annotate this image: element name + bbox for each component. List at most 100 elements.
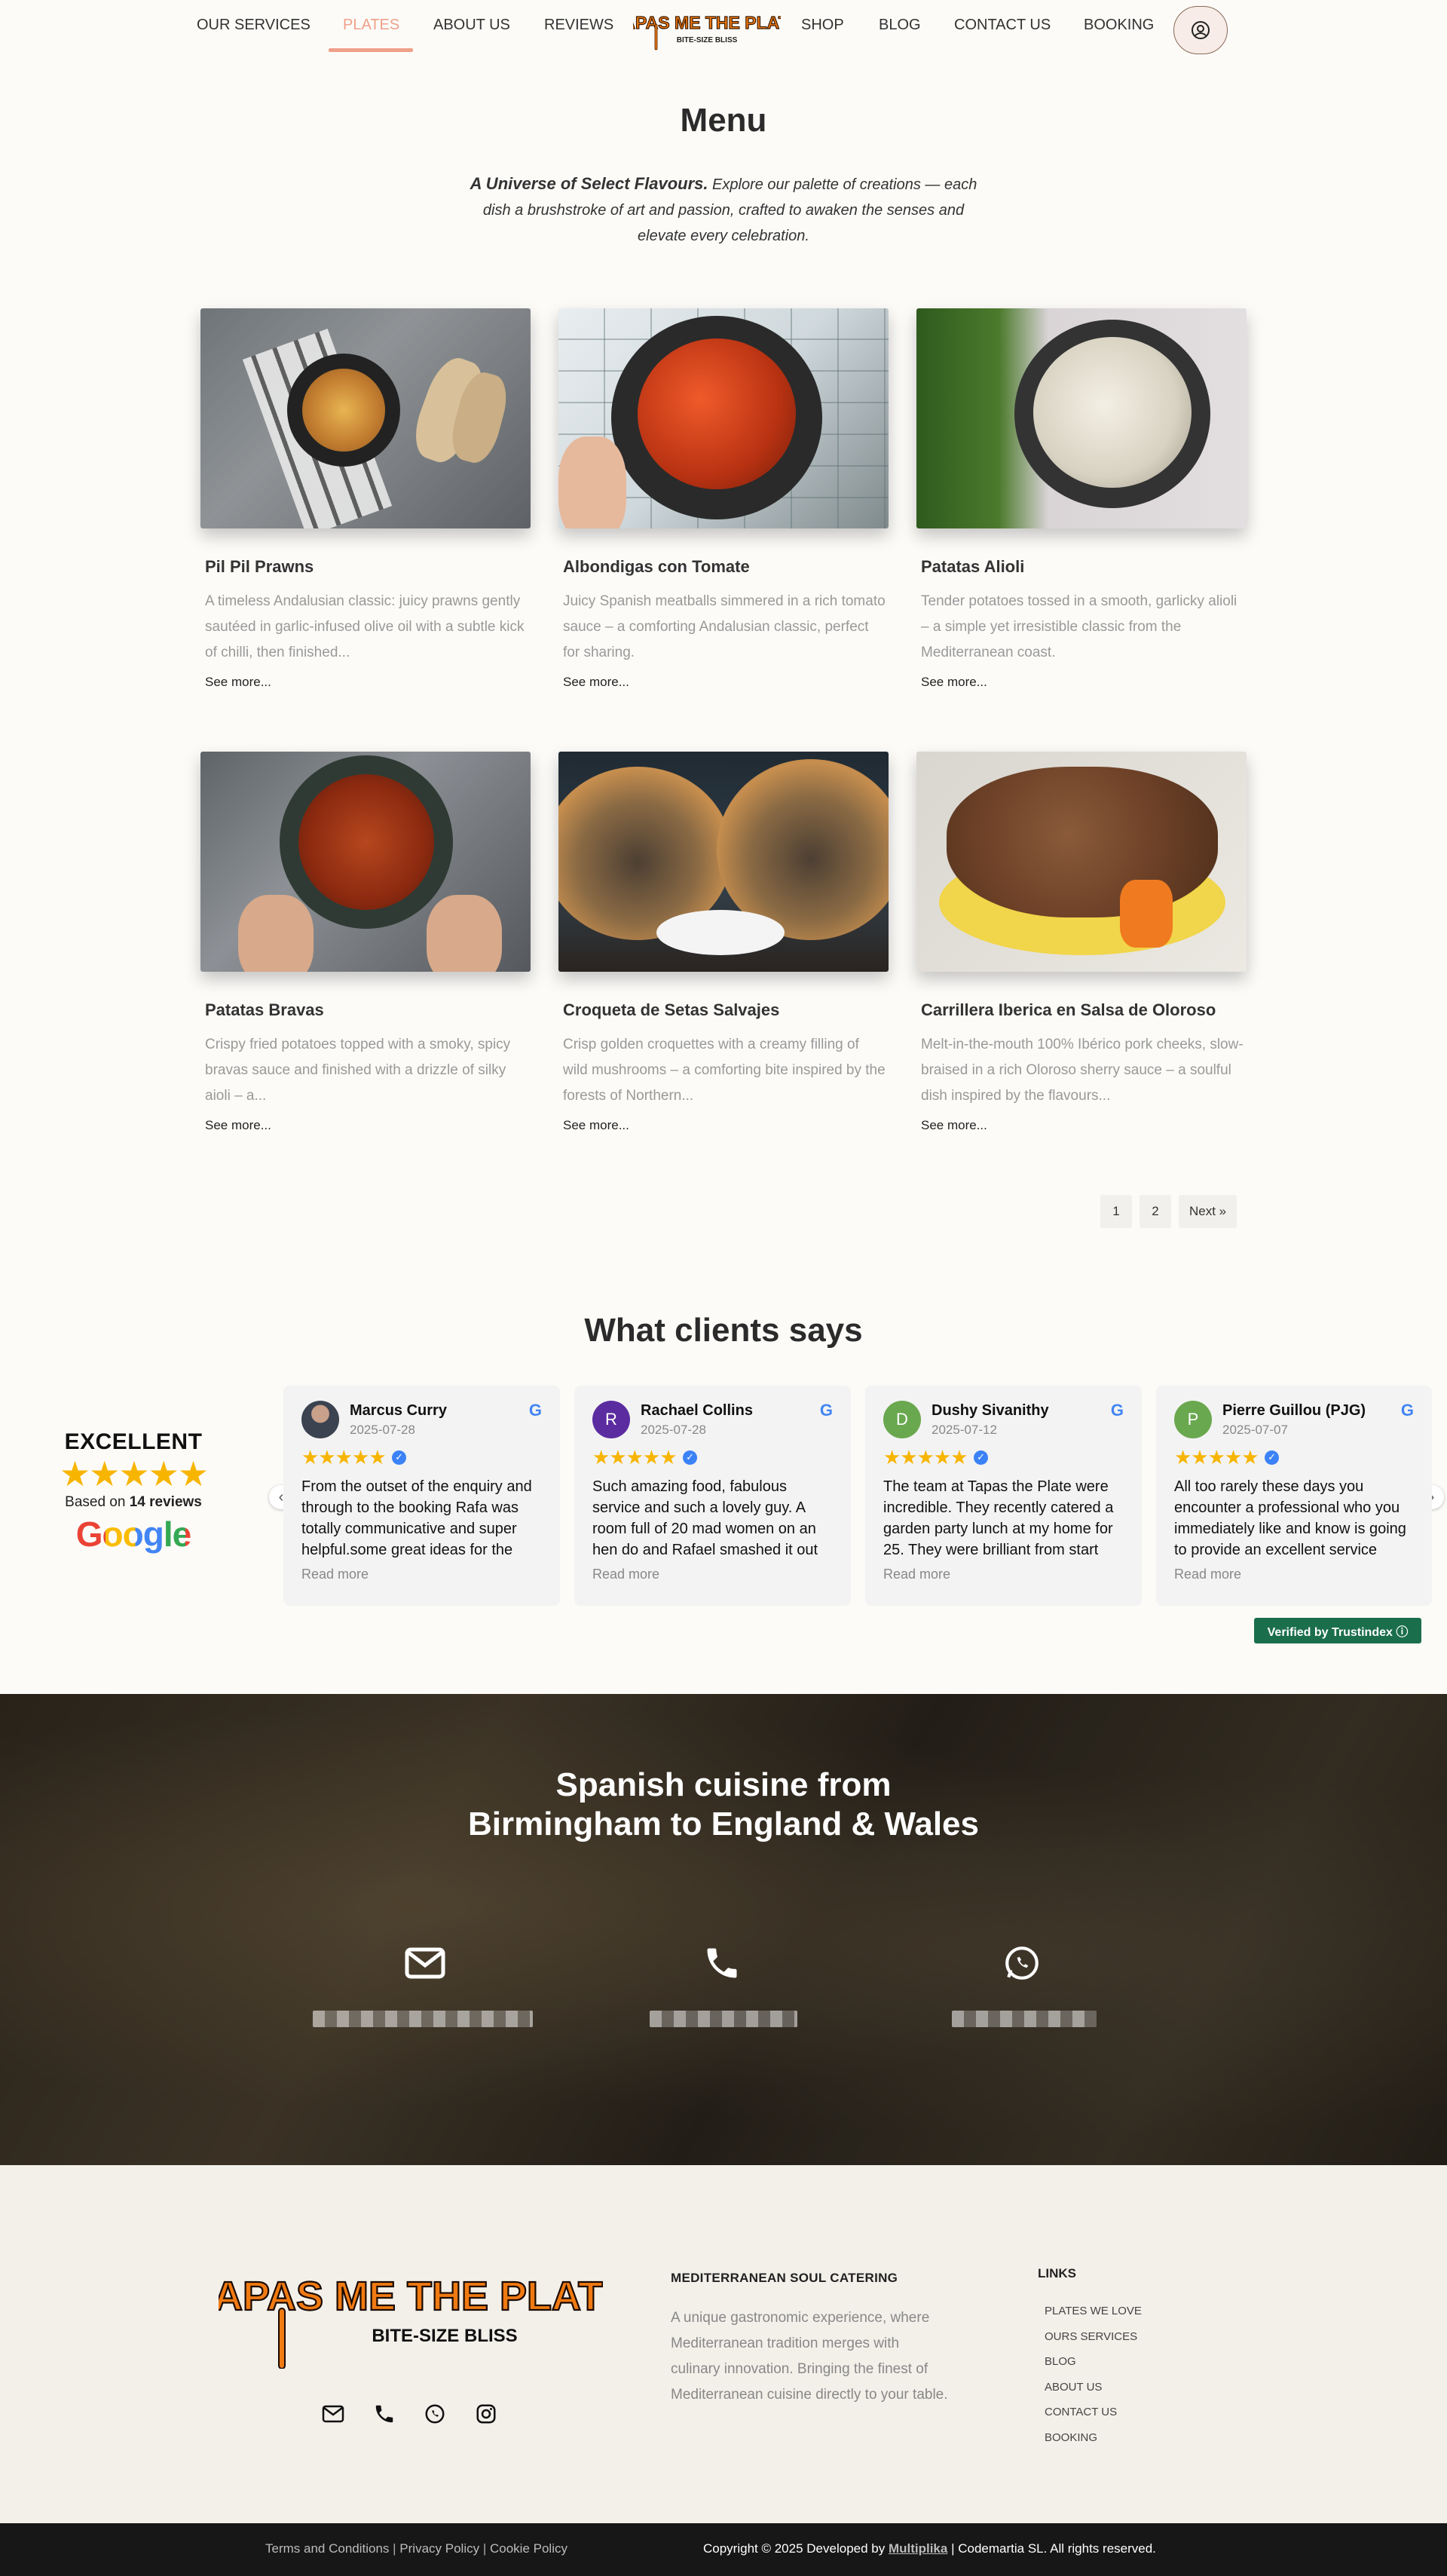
- dish-title[interactable]: Croqueta de Setas Salvajes: [563, 1000, 889, 1020]
- nav-contact-us[interactable]: CONTACT US: [954, 17, 1051, 34]
- reviewer-name: Rachael Collins: [641, 1401, 753, 1419]
- see-more-link[interactable]: See more...: [921, 1118, 987, 1133]
- envelope-icon[interactable]: [402, 1940, 448, 1986]
- footer-brand-logo[interactable]: TAPAS ME THE PLATE BITE-SIZE BLISS: [219, 2263, 603, 2369]
- reviewer-name: Dushy Sivanithy: [932, 1401, 1049, 1419]
- dish-title[interactable]: Patatas Alioli: [921, 557, 1247, 577]
- dish-image[interactable]: [200, 308, 531, 528]
- dish-card[interactable]: Croqueta de Setas Salvajes Crisp golden …: [558, 752, 889, 1133]
- links-heading: LINKS: [1038, 2266, 1076, 2280]
- google-icon: G: [1110, 1401, 1124, 1420]
- rating-word: EXCELLENT: [64, 1429, 203, 1454]
- brand-logo[interactable]: TAPAS ME THE PLATE BITE-SIZE BLISS: [633, 8, 781, 51]
- nav-about-us[interactable]: ABOUT US: [433, 17, 510, 34]
- phone-icon[interactable]: [371, 2400, 398, 2427]
- avatar: [301, 1401, 339, 1438]
- review-count-prefix: Based on: [65, 1494, 130, 1510]
- nav-our-services[interactable]: OUR SERVICES: [197, 17, 311, 34]
- whatsapp-icon[interactable]: [999, 1940, 1045, 1986]
- cookie-link[interactable]: Cookie Policy: [490, 2541, 567, 2556]
- dish-card[interactable]: Patatas Bravas Crispy fried potatoes top…: [200, 752, 531, 1133]
- google-icon: G: [819, 1401, 833, 1420]
- read-more-link[interactable]: Read more: [301, 1567, 542, 1582]
- read-more-link[interactable]: Read more: [1174, 1567, 1414, 1582]
- terms-link[interactable]: Terms and Conditions: [265, 2541, 389, 2556]
- dish-card[interactable]: Pil Pil Prawns A timeless Andalusian cla…: [200, 308, 531, 690]
- nav-plates[interactable]: PLATES: [343, 17, 399, 34]
- see-more-link[interactable]: See more...: [205, 1118, 271, 1133]
- top-navigation: OUR SERVICES PLATES ABOUT US REVIEWS TAP…: [0, 0, 1447, 62]
- footer-link-services[interactable]: OURS SERVICES: [1045, 2326, 1142, 2352]
- page-1-button[interactable]: 1: [1100, 1195, 1132, 1228]
- copyright: Copyright © 2025 Developed by Multiplika…: [703, 2541, 1156, 2556]
- pagination: 1 2 Next »: [1100, 1195, 1237, 1228]
- review-text: The team at Tapas the Plate were incredi…: [883, 1478, 1114, 1558]
- menu-intro-bold: A Universe of Select Flavours.: [470, 174, 708, 193]
- developer-link[interactable]: Multiplika: [889, 2541, 947, 2556]
- page-2-button[interactable]: 2: [1140, 1195, 1171, 1228]
- whatsapp-icon[interactable]: [421, 2400, 448, 2427]
- dish-image[interactable]: [916, 752, 1247, 972]
- see-more-link[interactable]: See more...: [205, 675, 271, 690]
- copyright-prefix: Copyright © 2025 Developed by: [703, 2541, 889, 2556]
- nav-booking[interactable]: BOOKING: [1084, 17, 1154, 34]
- envelope-icon[interactable]: [320, 2400, 347, 2427]
- dish-title[interactable]: Albondigas con Tomate: [563, 557, 889, 577]
- footer-link-about[interactable]: ABOUT US: [1045, 2377, 1142, 2403]
- reviews-title: What clients says: [584, 1312, 863, 1349]
- dish-title[interactable]: Patatas Bravas: [205, 1000, 531, 1020]
- dish-card[interactable]: Albondigas con Tomate Juicy Spanish meat…: [558, 308, 889, 690]
- verified-check-icon: ✓: [682, 1450, 697, 1465]
- dish-image[interactable]: [558, 308, 889, 528]
- avatar: R: [592, 1401, 630, 1438]
- verified-check-icon: ✓: [1264, 1450, 1279, 1465]
- bottom-bar: Terms and Conditions | Privacy Policy | …: [0, 2523, 1447, 2576]
- hero-overlay: [0, 1694, 1447, 2165]
- avatar: P: [1174, 1401, 1212, 1438]
- dish-card[interactable]: Patatas Alioli Tender potatoes tossed in…: [916, 308, 1247, 690]
- phone-value-redacted: [650, 2011, 797, 2027]
- trustindex-badge[interactable]: Verified by Trustindex ⓘ: [1254, 1618, 1421, 1643]
- dish-image[interactable]: [558, 752, 889, 972]
- dish-image[interactable]: [200, 752, 531, 972]
- dish-image[interactable]: [916, 308, 1247, 528]
- dish-card[interactable]: Carrillera Iberica en Salsa de Oloroso M…: [916, 752, 1247, 1133]
- account-button[interactable]: [1173, 6, 1228, 54]
- see-more-link[interactable]: See more...: [921, 675, 987, 690]
- logo-sub-text: BITE-SIZE BLISS: [677, 36, 738, 44]
- review-stars: ★★★★★ ✓: [883, 1446, 1124, 1469]
- nav-blog[interactable]: BLOG: [879, 17, 921, 34]
- instagram-icon[interactable]: [473, 2400, 500, 2427]
- next-page-button[interactable]: Next »: [1179, 1195, 1237, 1228]
- see-more-link[interactable]: See more...: [563, 675, 629, 690]
- hero-title-line2: Birmingham to England & Wales: [468, 1806, 979, 1842]
- footer-link-plates[interactable]: PLATES WE LOVE: [1045, 2301, 1142, 2326]
- google-logo: Google: [47, 1514, 220, 1554]
- dish-description: Juicy Spanish meatballs simmered in a ri…: [563, 593, 886, 660]
- nav-shop[interactable]: SHOP: [801, 17, 844, 34]
- review-stars: ★★★★★ ✓: [301, 1446, 542, 1469]
- read-more-link[interactable]: Read more: [592, 1567, 833, 1582]
- read-more-link[interactable]: Read more: [883, 1567, 1124, 1582]
- reviewer-name: Marcus Curry: [350, 1401, 447, 1419]
- footer-link-contact[interactable]: CONTACT US: [1045, 2402, 1142, 2427]
- see-more-link[interactable]: See more...: [563, 1118, 629, 1133]
- footer-link-blog[interactable]: BLOG: [1045, 2351, 1142, 2377]
- legal-links: Terms and Conditions | Privacy Policy | …: [265, 2541, 567, 2556]
- dish-description: Melt-in-the-mouth 100% Ibérico pork chee…: [921, 1037, 1244, 1104]
- dish-title[interactable]: Carrillera Iberica en Salsa de Oloroso: [921, 1000, 1247, 1020]
- review-date: 2025-07-28: [350, 1422, 415, 1437]
- footer-link-booking[interactable]: BOOKING: [1045, 2427, 1142, 2453]
- nav-reviews[interactable]: REVIEWS: [544, 17, 613, 34]
- review-card: D Dushy Sivanithy 2025-07-12 G ★★★★★ ✓ The…: [865, 1386, 1142, 1606]
- dish-description: Tender potatoes tossed in a smooth, garl…: [921, 593, 1237, 660]
- footer-links: PLATES WE LOVE OURS SERVICES BLOG ABOUT …: [1045, 2301, 1142, 2452]
- copyright-suffix: | Codemartia SL. All rights reserved.: [947, 2541, 1156, 2556]
- privacy-link[interactable]: Privacy Policy: [399, 2541, 479, 2556]
- review-stars: ★★★★★ ✓: [592, 1446, 833, 1469]
- separator: |: [479, 2541, 490, 2556]
- review-card: Marcus Curry 2025-07-28 G ★★★★★ ✓ From the…: [283, 1386, 560, 1606]
- dish-title[interactable]: Pil Pil Prawns: [205, 557, 531, 577]
- phone-icon[interactable]: [699, 1940, 745, 1986]
- dish-description: A timeless Andalusian classic: juicy pra…: [205, 593, 525, 660]
